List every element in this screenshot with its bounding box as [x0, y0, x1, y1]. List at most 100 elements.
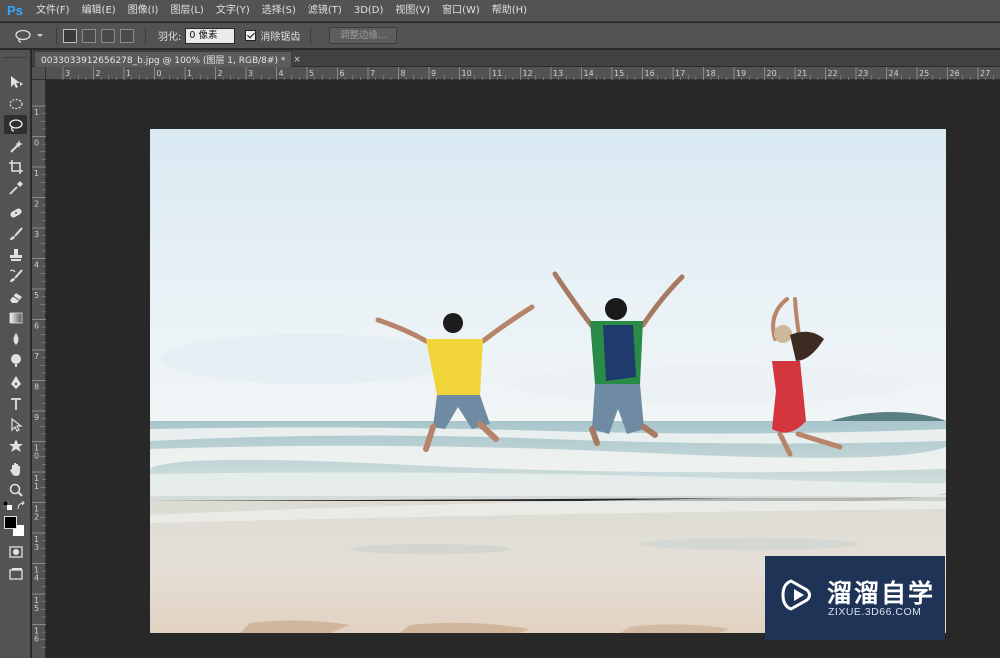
type-tool-icon[interactable]: [4, 394, 27, 413]
photoshop-window: Ps 文件(F) 编辑(E) 图像(I) 图层(L) 文字(Y) 选择(S) 滤…: [0, 0, 1000, 658]
spot-healing-tool-icon[interactable]: [4, 203, 27, 222]
zoom-tool-icon[interactable]: [4, 480, 27, 499]
ruler-label: 1: [34, 169, 39, 178]
ruler-label: 7: [34, 352, 39, 361]
feather-input[interactable]: 0 像素: [185, 27, 236, 44]
ruler-label: 22: [828, 69, 838, 78]
ruler-label: 0: [34, 139, 39, 148]
menu-bar: Ps 文件(F) 编辑(E) 图像(I) 图层(L) 文字(Y) 选择(S) 滤…: [0, 0, 1000, 22]
antialias-checkbox[interactable]: [245, 30, 257, 41]
watermark-title: 溜溜自学: [827, 579, 936, 608]
antialias-label: 消除锯齿: [260, 32, 301, 43]
menu-filter[interactable]: 滤镜(T): [302, 0, 348, 22]
ruler-label: 2: [34, 513, 39, 522]
options-separator: [56, 26, 57, 45]
ruler-label: 2: [96, 69, 101, 78]
ruler-label: 1: [187, 69, 192, 78]
options-separator: [310, 26, 312, 45]
history-brush-tool-icon[interactable]: [4, 266, 27, 285]
intersect-selection-button[interactable]: [120, 28, 134, 43]
ruler-label: 1: [34, 482, 39, 491]
ruler-label: 0: [34, 452, 39, 461]
close-icon[interactable]: ×: [293, 55, 301, 65]
tools-panel: [0, 50, 31, 658]
vertical-ruler[interactable]: 1012345678910111213141516: [32, 80, 46, 658]
menu-view[interactable]: 视图(V): [389, 0, 436, 22]
ruler-label: 6: [340, 69, 345, 78]
panel-grip[interactable]: [3, 50, 27, 58]
ruler-label: 18: [706, 69, 716, 78]
photoshop-logo: Ps: [7, 3, 23, 18]
ruler-label: 14: [584, 69, 594, 78]
blur-tool-icon[interactable]: [4, 329, 27, 348]
default-colors-icon[interactable]: [2, 500, 14, 512]
quick-mask-icon[interactable]: [4, 542, 27, 561]
eraser-tool-icon[interactable]: [4, 287, 27, 306]
subtract-from-selection-button[interactable]: [101, 28, 115, 43]
lasso-tool-icon[interactable]: [4, 115, 27, 134]
ruler-label: 17: [675, 69, 685, 78]
ruler-origin[interactable]: [32, 67, 46, 80]
lasso-icon: [15, 29, 43, 43]
ruler-label: 5: [34, 291, 39, 300]
foreground-color-swatch[interactable]: [4, 516, 17, 529]
clone-stamp-tool-icon[interactable]: [4, 245, 27, 264]
menu-3d[interactable]: 3D(D): [348, 0, 390, 22]
screen-mode-icon[interactable]: [4, 564, 27, 583]
marquee-tool-icon[interactable]: [4, 94, 27, 113]
ruler-label: 9: [431, 69, 436, 78]
new-selection-button[interactable]: [63, 28, 77, 43]
ruler-label: 19: [736, 69, 746, 78]
hand-tool-icon[interactable]: [4, 459, 27, 478]
ruler-label: 0: [157, 69, 162, 78]
gradient-tool-icon[interactable]: [4, 308, 27, 327]
dodge-tool-icon[interactable]: [4, 350, 27, 369]
ruler-label: 3: [34, 230, 39, 239]
watermark-badge: 溜溜自学 ZIXUE.3D66.COM: [765, 556, 945, 640]
ruler-label: 5: [34, 604, 39, 613]
menu-select[interactable]: 选择(S): [256, 0, 302, 22]
menu-help[interactable]: 帮助(H): [486, 0, 533, 22]
horizontal-ruler[interactable]: 3 2 1 0 1 2 3 4 5 6 7 8 9 10 11 12 13 14 15 16 17 18 19 20 21 22 2…: [46, 67, 1000, 80]
ruler-label: 1: [34, 108, 39, 117]
magic-wand-tool-icon[interactable]: [4, 136, 27, 155]
refine-edge-button[interactable]: 调整边缘...: [329, 27, 398, 44]
ruler-label: 13: [553, 69, 563, 78]
ruler-label: 25: [919, 69, 929, 78]
document-tab[interactable]: 0033033912656278_b.jpg @ 100% (图层 1, RGB…: [34, 51, 301, 67]
ruler-label: 2: [218, 69, 223, 78]
menu-layer[interactable]: 图层(L): [164, 0, 209, 22]
ruler-label: 3: [65, 69, 70, 78]
menu-image[interactable]: 图像(I): [122, 0, 165, 22]
ruler-label: 8: [401, 69, 406, 78]
play-logo-icon: [781, 579, 811, 611]
ruler-label: 12: [523, 69, 533, 78]
document-tab-bar: 0033033912656278_b.jpg @ 100% (图层 1, RGB…: [32, 50, 1000, 67]
ruler-label: 6: [34, 635, 39, 644]
crop-tool-icon[interactable]: [4, 157, 27, 176]
ruler-label: 7: [370, 69, 375, 78]
add-to-selection-button[interactable]: [82, 28, 96, 43]
swap-colors-icon[interactable]: [16, 500, 28, 512]
menu-type[interactable]: 文字(Y): [210, 0, 256, 22]
move-tool-icon[interactable]: [4, 72, 27, 91]
menu-edit[interactable]: 编辑(E): [76, 0, 122, 22]
ruler-label: 15: [614, 69, 624, 78]
menu-window[interactable]: 窗口(W): [436, 0, 486, 22]
ruler-label: 24: [889, 69, 899, 78]
eyedropper-tool-icon[interactable]: [4, 178, 27, 197]
path-selection-tool-icon[interactable]: [4, 415, 27, 434]
ruler-label: 4: [34, 574, 39, 583]
ruler-label: 16: [645, 69, 655, 78]
custom-shape-tool-icon[interactable]: [4, 436, 27, 455]
ruler-label: 4: [34, 261, 39, 270]
menu-file[interactable]: 文件(F): [30, 0, 76, 22]
document-tab-title: 0033033912656278_b.jpg @ 100% (图层 1, RGB…: [41, 56, 286, 66]
brush-tool-icon[interactable]: [4, 224, 27, 243]
pen-tool-icon[interactable]: [4, 373, 27, 392]
ruler-label: 1: [126, 69, 131, 78]
options-separator: [145, 26, 146, 45]
feather-label: 羽化:: [158, 32, 182, 43]
ruler-label: 27: [980, 69, 990, 78]
tool-preset-picker[interactable]: [14, 26, 50, 46]
